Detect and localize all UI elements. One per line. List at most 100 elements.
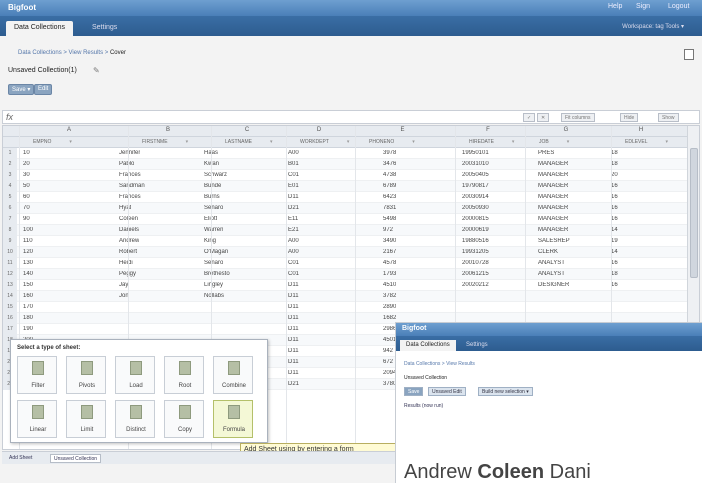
formula-bar[interactable]: fx ✓ ✕ Fit columns Hide Show — [2, 110, 700, 124]
table-cell[interactable]: 140 — [23, 271, 33, 277]
table-cell[interactable]: 3476 — [383, 161, 396, 167]
table-cell[interactable]: C01 — [288, 271, 299, 277]
table-cell[interactable]: 110 — [23, 238, 33, 244]
table-cell[interactable]: 60 — [23, 194, 30, 200]
table-cell[interactable]: D11 — [288, 359, 299, 365]
table-row[interactable]: 220PabloKwanB01347620031010MANAGER18 — [3, 159, 687, 170]
field-header[interactable]: FIRSTNME ▾ — [142, 139, 188, 145]
table-cell[interactable]: E11 — [288, 216, 298, 222]
breadcrumb-link-results[interactable]: View Results — [69, 50, 104, 56]
table-row[interactable]: 12140PeggyBrethestoC01179320061215ANALYS… — [3, 269, 687, 280]
table-row[interactable]: 10120RobertO'MaganA00216719931205CLERK14 — [3, 247, 687, 258]
table-cell[interactable]: MANAGER — [538, 227, 568, 233]
table-cell[interactable]: 19790817 — [462, 183, 489, 189]
field-header[interactable]: HIREDATE ▾ — [469, 139, 514, 145]
table-cell[interactable]: Lingley — [204, 282, 223, 288]
table-cell[interactable]: Warren — [204, 227, 223, 233]
table-cell[interactable]: MANAGER — [538, 216, 568, 222]
table-cell[interactable]: 20000815 — [462, 216, 489, 222]
table-cell[interactable]: 972 — [383, 227, 393, 233]
table-row[interactable]: 790ColeenEliottE11549820000815MANAGER16 — [3, 214, 687, 225]
help-link[interactable]: Help — [608, 3, 622, 10]
table-cell[interactable]: 19950101 — [462, 150, 489, 156]
table-cell[interactable]: Senaro — [204, 205, 223, 211]
sort-chevron-icon[interactable]: ▾ — [666, 139, 669, 145]
table-cell[interactable]: D21 — [288, 381, 299, 387]
table-cell[interactable]: 100 — [23, 227, 33, 233]
sort-chevron-icon[interactable]: ▾ — [512, 139, 515, 145]
table-row[interactable]: 110JenniferHaasA00397819950101PRES18 — [3, 148, 687, 159]
table-cell[interactable]: 150 — [23, 282, 33, 288]
sheet-type-load[interactable]: Load — [115, 356, 155, 394]
table-cell[interactable]: 14 — [611, 227, 618, 233]
field-header[interactable]: JOB ▾ — [539, 139, 569, 145]
table-row[interactable]: 15 170 D11 2890 — [3, 302, 687, 313]
table-cell[interactable]: 160 — [23, 293, 33, 299]
table-cell[interactable]: 20020212 — [462, 282, 489, 288]
table-cell[interactable]: Jay — [119, 282, 128, 288]
table-cell[interactable]: D11 — [288, 315, 299, 321]
table-cell[interactable]: 5498 — [383, 216, 396, 222]
table-cell[interactable]: Pablo — [119, 161, 134, 167]
table-cell[interactable]: 7831 — [383, 205, 396, 211]
table-cell[interactable]: A00 — [288, 150, 299, 156]
table-cell[interactable]: 20 — [23, 161, 30, 167]
document-icon[interactable] — [684, 49, 694, 60]
table-row[interactable]: 3 30 Frances Schwarz C01 4738 20050405 MANAGER 2… — [3, 170, 687, 181]
table-cell[interactable]: King — [204, 238, 216, 244]
table-cell[interactable]: 30 — [23, 172, 30, 178]
table-cell[interactable]: 2167 — [383, 249, 396, 255]
column-letter[interactable]: H — [611, 127, 671, 133]
table-cell[interactable]: 190 — [23, 326, 33, 332]
table-cell[interactable]: 3978 — [383, 150, 396, 156]
table-row[interactable]: 6 70 Hyat Senaro D21 7831 20050930 MANAGER 16 — [3, 203, 687, 214]
sort-chevron-icon[interactable]: ▾ — [347, 139, 350, 145]
table-cell[interactable]: 672 — [383, 359, 393, 365]
table-cell[interactable]: Daniels — [119, 227, 139, 233]
sheet-type-root[interactable]: Root — [164, 356, 204, 394]
overlay-tab-settings[interactable]: Settings — [460, 340, 494, 351]
edit-button[interactable]: Edit — [34, 84, 53, 95]
table-cell[interactable]: 16 — [611, 282, 618, 288]
table-cell[interactable]: D11 — [288, 326, 299, 332]
table-cell[interactable]: 18 — [611, 271, 618, 277]
table-row[interactable]: 11 130 Heidi Senaro C01 4578 20010728 ANALYST 16 — [3, 258, 687, 269]
table-cell[interactable]: 20050405 — [462, 172, 489, 178]
sheet-type-filter[interactable]: Filter — [17, 356, 57, 394]
table-cell[interactable]: 20030914 — [462, 194, 489, 200]
column-letter[interactable]: C — [211, 127, 283, 133]
table-cell[interactable]: 20050930 — [462, 205, 489, 211]
tab-data-collections[interactable]: Data Collections — [6, 21, 73, 36]
sheet-type-distinct[interactable]: Distinct — [115, 400, 155, 438]
table-cell[interactable]: Senaro — [204, 260, 223, 266]
table-cell[interactable]: 3782 — [383, 293, 396, 299]
table-cell[interactable]: 16 — [611, 260, 618, 266]
table-cell[interactable]: E21 — [288, 227, 299, 233]
table-cell[interactable]: 942 — [383, 348, 393, 354]
field-header[interactable]: EDLEVEL ▾ — [625, 139, 668, 145]
table-cell[interactable]: Frances — [119, 194, 141, 200]
overlay-selection-dropdown[interactable]: Build new selection ▾ — [478, 387, 533, 396]
table-cell[interactable]: ANALYST — [538, 260, 565, 266]
table-cell[interactable]: DESIGNER — [538, 282, 569, 288]
table-cell[interactable]: C01 — [288, 172, 299, 178]
table-cell[interactable]: MANAGER — [538, 183, 568, 189]
overlay-edit-button[interactable]: Unsaved Edit — [428, 387, 466, 396]
field-header[interactable]: EMPNO ▾ — [33, 139, 72, 145]
table-cell[interactable]: Jennifer — [119, 150, 140, 156]
hide-button[interactable]: Hide — [620, 113, 639, 122]
workspace-selector[interactable]: Workspace: tag Tools ▾ — [622, 23, 684, 30]
table-cell[interactable]: 6789 — [383, 183, 396, 189]
show-button[interactable]: Show — [658, 113, 679, 122]
table-cell[interactable]: 19931205 — [462, 249, 489, 255]
scrollbar-thumb[interactable] — [690, 148, 698, 278]
sort-chevron-icon[interactable]: ▾ — [412, 139, 415, 145]
table-cell[interactable]: B01 — [288, 161, 299, 167]
overlay-breadcrumb[interactable]: Data Collections > View Results — [404, 361, 475, 367]
table-cell[interactable]: 3490 — [383, 238, 396, 244]
table-cell[interactable]: 90 — [23, 216, 30, 222]
table-cell[interactable]: 18 — [611, 161, 618, 167]
field-header[interactable]: PHONENO ▾ — [369, 139, 415, 145]
table-cell[interactable]: 14 — [611, 249, 618, 255]
table-cell[interactable]: 16 — [611, 194, 618, 200]
